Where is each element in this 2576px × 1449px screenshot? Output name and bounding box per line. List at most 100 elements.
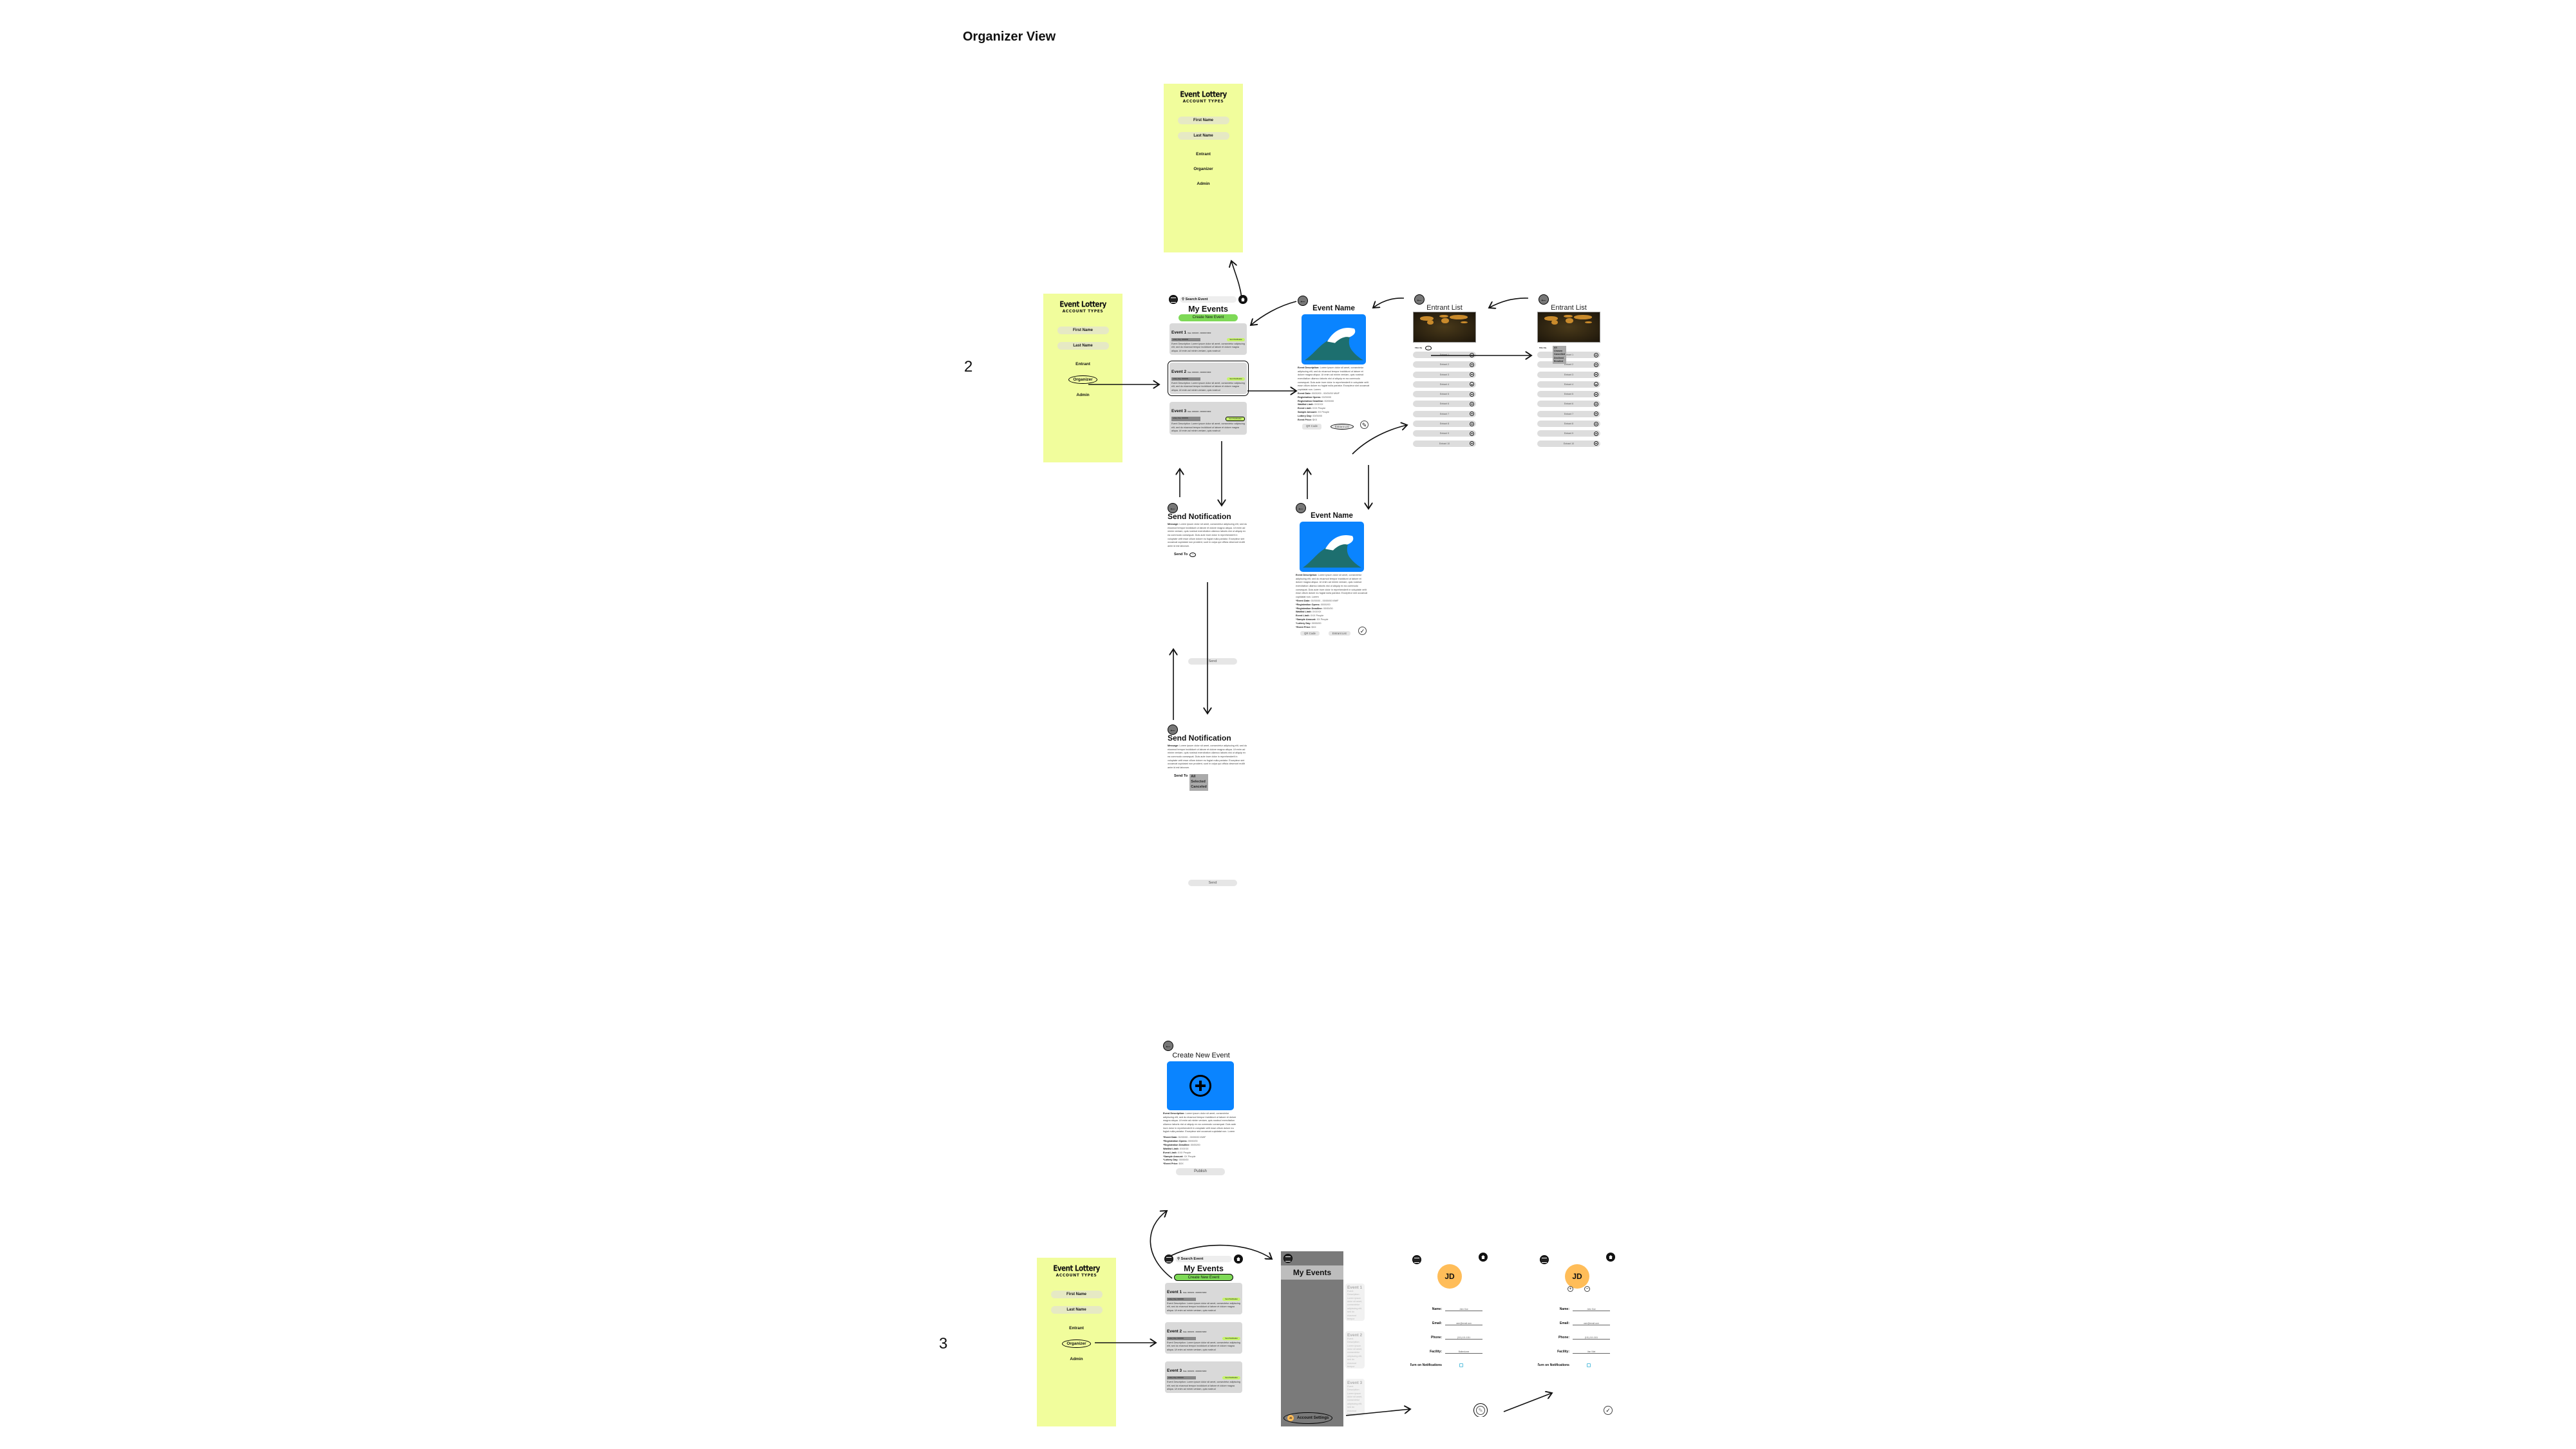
add-photo-icon[interactable]: + (1567, 1286, 1573, 1292)
entrant-row[interactable]: Entrant 7 (1537, 410, 1600, 417)
entrant-row[interactable]: Entrant 10 (1537, 440, 1600, 447)
field-value[interactable]: 00/00/00 (1188, 1140, 1198, 1142)
remove-entrant-icon[interactable] (1470, 382, 1474, 387)
account-option-organizer[interactable]: Organizer (1068, 375, 1097, 384)
entrant-row[interactable]: Entrant 3 (1413, 371, 1476, 378)
create-event-button[interactable]: Create New Event (1179, 314, 1238, 321)
remove-entrant-icon[interactable] (1594, 421, 1598, 426)
account-option-entrant[interactable]: Entrant (1192, 151, 1215, 158)
field-value[interactable]: Van Vliet (1573, 1350, 1610, 1354)
first-name-field[interactable]: First Name (1050, 1291, 1103, 1298)
account-option-organizer[interactable]: Organizer (1062, 1340, 1091, 1348)
remove-entrant-icon[interactable] (1470, 362, 1474, 367)
field-value[interactable]: XXX People (1178, 1151, 1191, 1154)
event-card[interactable]: Event 2 Date: 00/00/00 - 00/00/00 MWF Lott… (1168, 361, 1249, 397)
back-button[interactable]: ← (1298, 296, 1308, 306)
field-value[interactable]: $XX (1312, 626, 1316, 629)
field-value[interactable]: XX People (1184, 1155, 1196, 1158)
notifications-checkbox[interactable] (1587, 1363, 1591, 1367)
create-event-button[interactable]: Create New Event (1174, 1274, 1233, 1281)
home-icon[interactable] (1479, 1253, 1488, 1262)
edit-pencil-icon[interactable]: ✎ (1473, 1403, 1488, 1417)
remove-entrant-icon[interactable] (1594, 441, 1598, 446)
remove-entrant-icon[interactable] (1594, 412, 1598, 417)
send-button[interactable]: Send (1188, 658, 1237, 665)
back-button[interactable]: ← (1163, 1041, 1173, 1051)
event-card[interactable]: Event 1 Date: 00/00/00 - 00/00/00 MWF Lott… (1170, 323, 1247, 355)
menu-icon[interactable] (1169, 295, 1178, 304)
remove-entrant-icon[interactable] (1470, 431, 1474, 436)
last-name-field[interactable]: Last Name (1177, 132, 1229, 140)
field-value[interactable]: 00/00/00 (1191, 1144, 1200, 1146)
filter-by[interactable]: Filter By All Chosen Cancelled Declined Enrol… (1539, 346, 1600, 365)
send-to-chevron-icon[interactable]: ⌄ (1189, 552, 1197, 557)
filter-dropdown[interactable]: All Chosen Cancelled Declined Enrolled (1553, 346, 1566, 365)
remove-entrant-icon[interactable] (1470, 392, 1474, 397)
remove-entrant-icon[interactable] (1594, 352, 1598, 357)
entrant-row[interactable]: Entrant 10 (1413, 440, 1476, 447)
entrant-row[interactable]: Entrant 2 (1537, 361, 1600, 368)
entrant-row[interactable]: Entrant 5 (1413, 391, 1476, 398)
remove-entrant-icon[interactable] (1470, 441, 1474, 446)
last-name-field[interactable]: Last Name (1057, 342, 1109, 350)
qr-code-button[interactable]: QR Code (1302, 423, 1321, 430)
account-settings-button[interactable]: JD Account Settings (1283, 1412, 1333, 1424)
home-icon[interactable] (1234, 1255, 1243, 1264)
field-value[interactable]: XX/XXX (1312, 611, 1321, 613)
menu-icon[interactable] (1540, 1255, 1549, 1264)
send-notification-button[interactable]: Send Notification (1222, 1298, 1240, 1301)
back-button[interactable]: ← (1296, 503, 1306, 513)
send-to-option[interactable]: All (1191, 775, 1206, 780)
event-card[interactable]: Event 3 Date: 00/00/00 - 00/00/00 MWF Lott… (1165, 1361, 1242, 1394)
back-button[interactable]: ← (1539, 294, 1549, 305)
field-value[interactable]: 00/00/00 (1321, 603, 1331, 606)
entrant-row[interactable]: Entrant 4 (1537, 381, 1600, 388)
send-notification-button[interactable]: Send Notification (1222, 1337, 1240, 1341)
entrant-row[interactable]: Entrant 1 (1537, 352, 1600, 358)
home-icon[interactable] (1606, 1253, 1615, 1262)
message-text[interactable]: Lorem ipsum dolor sit amet, consectetur … (1168, 744, 1247, 769)
remove-photo-icon[interactable]: − (1584, 1286, 1590, 1292)
event-card[interactable]: Event 1 Date: 00/00/00 - 00/00/00 MWF Lott… (1165, 1283, 1242, 1315)
description-text[interactable]: Lorem ipsum dolor sit amet, consectetur … (1163, 1112, 1236, 1133)
event-card[interactable]: Event 2 Date: 00/00/00 - 00/00/00 MWF Lott… (1165, 1322, 1242, 1354)
qr-code-button[interactable]: QR Code (1300, 630, 1320, 636)
menu-icon[interactable] (1412, 1255, 1421, 1264)
confirm-check-icon[interactable]: ✓ (1604, 1406, 1613, 1415)
entrant-list-button[interactable]: Entrant List (1330, 423, 1354, 430)
field-value[interactable]: 00/00/00 - 00/00/00 MWF (1178, 1136, 1206, 1139)
filter-option[interactable]: Enrolled (1554, 360, 1565, 363)
send-to-dropdown[interactable]: All Selected Canceled (1189, 773, 1208, 791)
filter-option[interactable]: Cancelled (1554, 353, 1565, 356)
account-option-admin[interactable]: Admin (1072, 392, 1093, 399)
event-card[interactable]: Event 3 Date: 00/00/00 - 00/00/00 MWF Lott… (1170, 402, 1247, 435)
field-value[interactable]: $XX (1179, 1162, 1184, 1165)
confirm-check-icon[interactable]: ✓ (1358, 626, 1367, 635)
filter-chevron-icon[interactable]: ⌄ (1425, 346, 1432, 350)
search-input[interactable]: ⚲ Search Event (1175, 1256, 1232, 1262)
entrant-row[interactable]: Entrant 5 (1537, 391, 1600, 398)
entrant-row[interactable]: Entrant 4 (1413, 381, 1476, 388)
remove-entrant-icon[interactable] (1594, 372, 1598, 377)
entrant-row[interactable]: Entrant 2 (1413, 361, 1476, 368)
account-option-admin[interactable]: Admin (1193, 180, 1213, 187)
remove-entrant-icon[interactable] (1594, 431, 1598, 436)
entrant-row[interactable]: Entrant 9 (1413, 430, 1476, 437)
account-option-admin[interactable]: Admin (1066, 1356, 1086, 1363)
field-value[interactable]: XX/XXX (1180, 1148, 1189, 1150)
field-value[interactable]: XXX People (1311, 614, 1323, 617)
add-image-button[interactable] (1167, 1061, 1234, 1110)
field-value[interactable]: XX People (1317, 618, 1329, 621)
account-option-entrant[interactable]: Entrant (1072, 361, 1094, 368)
entrant-row[interactable]: Entrant 1 (1413, 352, 1476, 358)
home-icon[interactable] (1238, 295, 1247, 304)
entrant-row[interactable]: Entrant 6 (1413, 401, 1476, 408)
send-to-option[interactable]: Canceled (1191, 785, 1206, 790)
remove-entrant-icon[interactable] (1470, 412, 1474, 417)
remove-entrant-icon[interactable] (1470, 421, 1474, 426)
send-button[interactable]: Send (1188, 880, 1237, 886)
entrant-row[interactable]: Entrant 6 (1537, 401, 1600, 408)
last-name-field[interactable]: Last Name (1050, 1306, 1103, 1314)
send-to-option[interactable]: Selected (1191, 780, 1206, 785)
remove-entrant-icon[interactable] (1594, 362, 1598, 367)
